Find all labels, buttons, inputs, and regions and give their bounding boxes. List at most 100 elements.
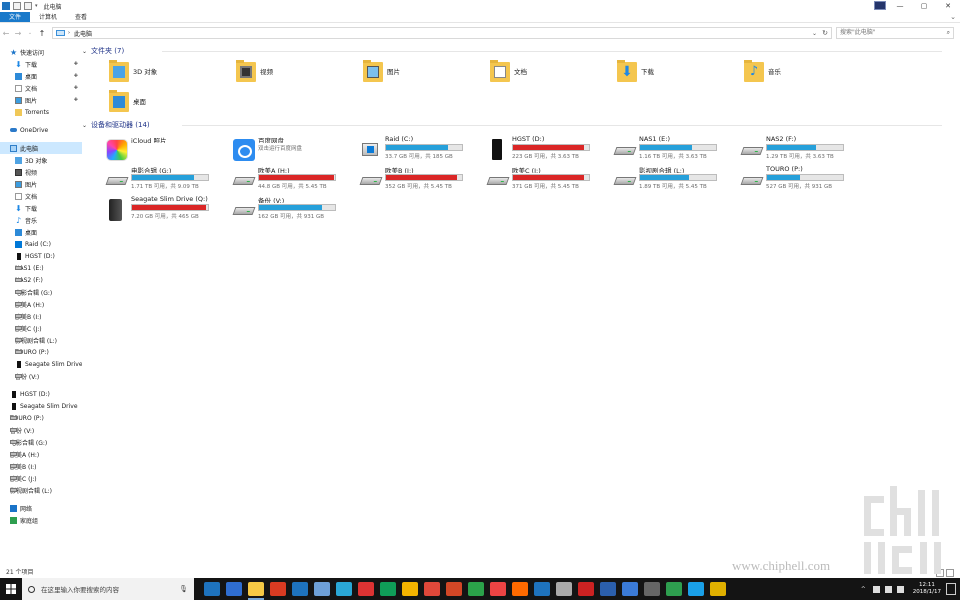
- sidebar-item[interactable]: Torrents: [0, 106, 82, 118]
- taskbar-app-icon[interactable]: [292, 582, 308, 596]
- sidebar-item[interactable]: 图片 ✚: [0, 94, 82, 106]
- sidebar-item[interactable]: ⬇ 下载 ✚: [0, 58, 82, 70]
- drive-tile[interactable]: 百度网盘 双击运行百度网盘: [233, 135, 359, 169]
- sidebar-item[interactable]: NAS1 (E:): [0, 262, 82, 274]
- taskbar-app-icon[interactable]: [204, 582, 220, 596]
- sidebar-item[interactable]: 图片: [0, 178, 82, 190]
- recent-locations-icon[interactable]: ⌄: [24, 30, 36, 36]
- taskbar-app-icon[interactable]: [270, 582, 286, 596]
- user-avatar-icon[interactable]: [874, 1, 886, 10]
- taskbar-app-icon[interactable]: [402, 582, 418, 596]
- taskbar-app-icon[interactable]: [556, 582, 572, 596]
- taskbar-app-icon[interactable]: [644, 582, 660, 596]
- sidebar-item[interactable]: 影视剧合辑 (L:): [0, 334, 82, 346]
- refresh-icon[interactable]: ↻: [822, 29, 828, 37]
- folder-tile[interactable]: 文档: [490, 60, 527, 92]
- folder-tile[interactable]: 桌面: [109, 90, 146, 122]
- taskbar-app-icon[interactable]: [446, 582, 462, 596]
- sidebar-item[interactable]: 家庭组: [0, 514, 82, 526]
- sidebar-item[interactable]: 网络: [0, 502, 82, 514]
- sidebar-item[interactable]: Raid (C:): [0, 238, 82, 250]
- collapse-chevron-icon[interactable]: ⌄: [82, 122, 87, 129]
- new-folder-icon[interactable]: [24, 2, 32, 10]
- drive-tile[interactable]: 欧美B (I:) 352 GB 可用，共 5.45 TB: [359, 165, 486, 199]
- taskbar-app-icon[interactable]: [226, 582, 242, 596]
- taskbar-app-icon[interactable]: [512, 582, 528, 596]
- taskbar-app-icon[interactable]: [688, 582, 704, 596]
- folder-tile[interactable]: 视频: [236, 60, 273, 92]
- sidebar-item[interactable]: 视频: [0, 166, 82, 178]
- microphone-icon[interactable]: 🎙: [179, 585, 188, 593]
- folder-tile[interactable]: 3D 对象: [109, 60, 157, 92]
- sidebar-item[interactable]: 桌面 ✚: [0, 70, 82, 82]
- sidebar-item[interactable]: ⬇ 下载: [0, 202, 82, 214]
- sidebar-item[interactable]: TOURO (P:): [0, 346, 82, 358]
- drive-tile[interactable]: NAS1 (E:) 1.16 TB 可用，共 3.63 TB: [613, 135, 740, 169]
- sidebar-item[interactable]: 备份 (V:): [0, 424, 82, 436]
- sidebar-item[interactable]: 欧美B (I:): [0, 460, 82, 472]
- sidebar-item[interactable]: ★ 快速访问: [0, 46, 82, 58]
- drive-tile[interactable]: 电影合辑 (G:) 1.71 TB 可用，共 9.09 TB: [105, 165, 232, 199]
- sidebar-item[interactable]: 欧美C (J:): [0, 322, 82, 334]
- folder-tile[interactable]: ⬇ 下载: [617, 60, 654, 92]
- sidebar-item[interactable]: HGST (D:): [0, 250, 82, 262]
- address-dropdown-icon[interactable]: ⌄: [812, 30, 817, 37]
- clock[interactable]: 12:11 2018/1/17: [913, 582, 941, 596]
- taskbar-app-icon[interactable]: [710, 582, 726, 596]
- folders-section-header[interactable]: ⌄ 文件夹 (7): [82, 46, 942, 56]
- drive-tile[interactable]: Raid (C:) 33.7 GB 可用，共 185 GB: [360, 135, 486, 169]
- tab-computer[interactable]: 计算机: [30, 12, 66, 22]
- folder-tile[interactable]: 图片: [363, 60, 400, 92]
- drive-tile[interactable]: NAS2 (F:) 1.29 TB 可用，共 3.63 TB: [740, 135, 867, 169]
- sidebar-item[interactable]: 文档 ✚: [0, 82, 82, 94]
- forward-button[interactable]: →: [12, 29, 24, 38]
- sidebar-item[interactable]: 欧美A (H:): [0, 448, 82, 460]
- drive-tile[interactable]: 欧美C (J:) 371 GB 可用，共 5.45 TB: [486, 165, 613, 199]
- drive-tile[interactable]: Seagate Slim Drive (Q:) 7.20 GB 可用，共 465 …: [106, 195, 232, 229]
- sidebar-item[interactable]: 欧美A (H:): [0, 298, 82, 310]
- sidebar-item[interactable]: HGST (D:): [0, 388, 82, 400]
- sidebar-item[interactable]: 影视剧合辑 (L:): [0, 484, 82, 496]
- explorer-app-icon[interactable]: [2, 2, 10, 10]
- collapse-chevron-icon[interactable]: ⌄: [82, 48, 87, 55]
- tray-arrow-icon[interactable]: ^: [861, 586, 868, 593]
- drive-tile[interactable]: 欧美A (H:) 44.8 GB 可用，共 5.45 TB: [232, 165, 359, 199]
- sidebar-item[interactable]: 电影合辑 (G:): [0, 436, 82, 448]
- sidebar-item[interactable]: 此电脑: [0, 142, 82, 154]
- taskbar-app-icon[interactable]: [666, 582, 682, 596]
- taskbar-app-icon[interactable]: [424, 582, 440, 596]
- sidebar-item[interactable]: TOURO (P:): [0, 412, 82, 424]
- address-bar[interactable]: › 此电脑 ⌄ ↻: [52, 27, 832, 39]
- taskbar-app-icon[interactable]: [578, 582, 594, 596]
- drive-tile[interactable]: 影视剧合辑 (L:) 1.89 TB 可用，共 5.45 TB: [613, 165, 740, 199]
- taskbar-app-icon[interactable]: [600, 582, 616, 596]
- qat-dropdown-icon[interactable]: ▾: [35, 3, 38, 9]
- tab-view[interactable]: 查看: [66, 12, 96, 22]
- search-input[interactable]: 搜索"此电脑" ⌕: [836, 27, 954, 39]
- sidebar-item[interactable]: 文档: [0, 190, 82, 202]
- back-button[interactable]: ←: [0, 29, 12, 38]
- breadcrumb-location[interactable]: 此电脑: [74, 29, 92, 38]
- tab-file[interactable]: 文件: [0, 12, 31, 22]
- action-center-icon[interactable]: [946, 583, 956, 595]
- start-button[interactable]: [0, 578, 22, 600]
- taskbar-search-box[interactable]: 在这里输入你要搜索的内容 🎙: [22, 578, 194, 600]
- taskbar-app-icon[interactable]: [534, 582, 550, 596]
- sidebar-item[interactable]: 电影合辑 (G:): [0, 286, 82, 298]
- maximize-button[interactable]: ▢: [912, 0, 936, 12]
- sidebar-item[interactable]: OneDrive: [0, 124, 82, 136]
- sidebar-item[interactable]: Seagate Slim Drive: [0, 400, 82, 412]
- taskbar-app-icon[interactable]: [248, 582, 264, 600]
- sidebar-item[interactable]: ♪ 音乐: [0, 214, 82, 226]
- drive-tile[interactable]: TOURO (P:) 527 GB 可用，共 931 GB: [740, 165, 867, 199]
- breadcrumb-chevron-icon[interactable]: ›: [68, 30, 70, 36]
- drive-tile[interactable]: HGST (D:) 223 GB 可用，共 3.63 TB: [487, 135, 613, 169]
- sidebar-item[interactable]: Seagate Slim Drive: [0, 358, 82, 370]
- taskbar-app-icon[interactable]: [358, 582, 374, 596]
- network-tray-icon[interactable]: [872, 585, 880, 593]
- ime-tray-icon[interactable]: [896, 585, 904, 593]
- minimize-button[interactable]: —: [888, 0, 912, 12]
- taskbar-app-icon[interactable]: [468, 582, 484, 596]
- ribbon-expand-icon[interactable]: ⌄: [950, 12, 956, 23]
- folder-tile[interactable]: ♪ 音乐: [744, 60, 781, 92]
